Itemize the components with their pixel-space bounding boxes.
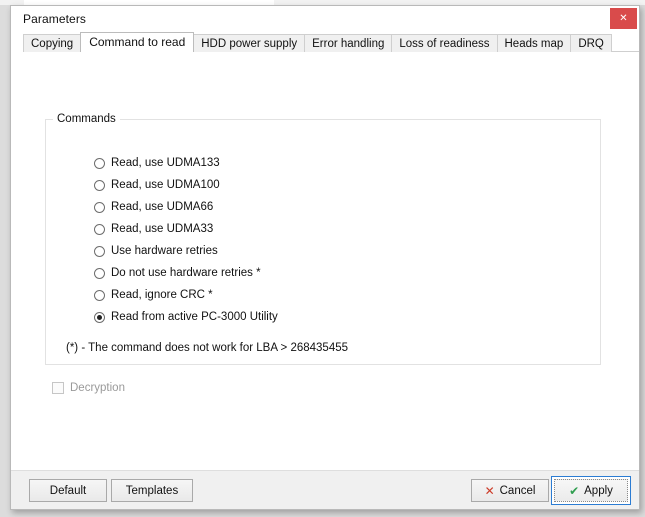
radio-button-icon[interactable] bbox=[94, 311, 105, 323]
radio-button-icon[interactable] bbox=[94, 245, 105, 257]
dialog-footer: Default Templates ✕ Cancel ✔ Apply bbox=[11, 470, 639, 509]
templates-button[interactable]: Templates bbox=[111, 479, 193, 502]
radio-option-3[interactable]: Read, use UDMA33 bbox=[94, 218, 278, 240]
radio-button-icon[interactable] bbox=[94, 223, 105, 235]
radio-button-icon[interactable] bbox=[94, 179, 105, 191]
radio-option-label: Read, use UDMA33 bbox=[111, 223, 214, 235]
radio-option-2[interactable]: Read, use UDMA66 bbox=[94, 196, 278, 218]
tab-strip-filler bbox=[610, 33, 639, 52]
radio-option-label: Read, ignore CRC * bbox=[111, 289, 213, 301]
title-bar: Parameters ✕ bbox=[11, 6, 639, 32]
apply-button[interactable]: ✔ Apply bbox=[554, 479, 628, 502]
radio-option-label: Read, use UDMA100 bbox=[111, 179, 220, 191]
tab-copying[interactable]: Copying bbox=[23, 34, 82, 52]
tab-command-to-read[interactable]: Command to read bbox=[80, 32, 195, 52]
radio-option-label: Do not use hardware retries * bbox=[111, 267, 261, 279]
radio-option-label: Use hardware retries bbox=[111, 245, 218, 257]
tab-error-handling[interactable]: Error handling bbox=[304, 34, 393, 52]
radio-button-icon[interactable] bbox=[94, 289, 105, 301]
radio-option-label: Read from active PC-3000 Utility bbox=[111, 311, 278, 323]
radio-button-icon[interactable] bbox=[94, 267, 105, 279]
decryption-checkbox-row[interactable]: Decryption bbox=[52, 382, 125, 394]
tab-heads-map[interactable]: Heads map bbox=[496, 34, 572, 52]
commands-groupbox-legend: Commands bbox=[53, 113, 120, 125]
radio-option-7[interactable]: Read from active PC-3000 Utility bbox=[94, 306, 278, 328]
radio-option-5[interactable]: Do not use hardware retries * bbox=[94, 262, 278, 284]
cancel-x-icon: ✕ bbox=[484, 483, 495, 498]
radio-option-label: Read, use UDMA133 bbox=[111, 157, 220, 169]
radio-option-label: Read, use UDMA66 bbox=[111, 201, 214, 213]
cancel-button-label: Cancel bbox=[499, 484, 536, 497]
apply-button-focus-frame: ✔ Apply bbox=[551, 476, 631, 505]
tab-page-command-to-read: Commands Read, use UDMA133 Read, use UDMA… bbox=[11, 51, 639, 470]
apply-check-icon: ✔ bbox=[569, 483, 580, 498]
close-icon[interactable]: ✕ bbox=[610, 8, 637, 29]
radio-option-1[interactable]: Read, use UDMA100 bbox=[94, 174, 278, 196]
cancel-button[interactable]: ✕ Cancel bbox=[471, 479, 549, 502]
tab-strip: Copying Command to read HDD power supply Er… bbox=[11, 32, 639, 52]
commands-footnote: (*) - The command does not work for LBA … bbox=[66, 342, 349, 354]
decryption-label: Decryption bbox=[70, 382, 125, 394]
radio-option-4[interactable]: Use hardware retries bbox=[94, 240, 278, 262]
decryption-checkbox[interactable] bbox=[52, 382, 64, 394]
default-button[interactable]: Default bbox=[29, 479, 107, 502]
radio-button-icon[interactable] bbox=[94, 201, 105, 213]
radio-button-icon[interactable] bbox=[94, 157, 105, 169]
command-radio-group: Read, use UDMA133 Read, use UDMA100 Read, … bbox=[94, 152, 278, 328]
radio-option-6[interactable]: Read, ignore CRC * bbox=[94, 284, 278, 306]
parameters-dialog: Parameters ✕ Copying Command to read HDD p… bbox=[10, 5, 640, 510]
apply-button-label: Apply bbox=[584, 484, 613, 497]
tab-loss-of-readiness[interactable]: Loss of readiness bbox=[391, 34, 498, 52]
tab-hdd-power-supply[interactable]: HDD power supply bbox=[193, 34, 306, 52]
tab-drq[interactable]: DRQ bbox=[570, 34, 612, 52]
window-title: Parameters bbox=[23, 12, 87, 26]
radio-option-0[interactable]: Read, use UDMA133 bbox=[94, 152, 278, 174]
